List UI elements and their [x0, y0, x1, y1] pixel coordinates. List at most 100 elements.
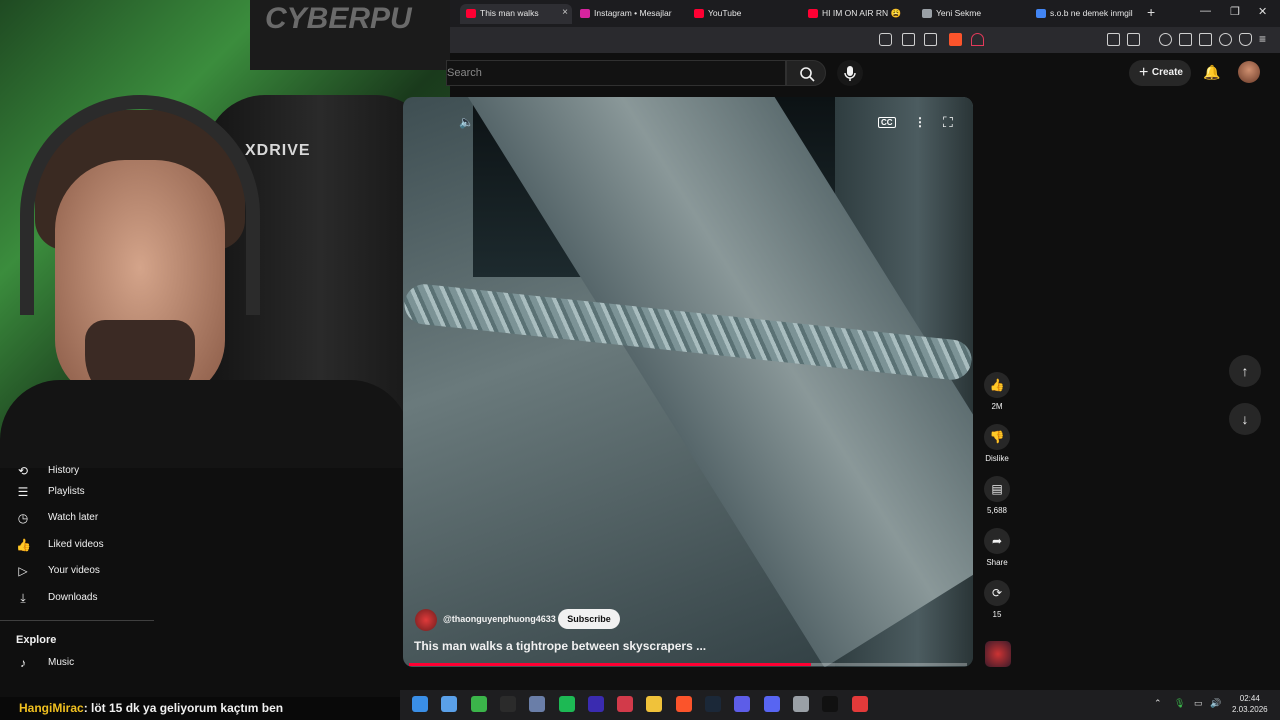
network-icon[interactable]: ▭	[1194, 698, 1203, 709]
previous-short-button[interactable]: ↑	[1229, 355, 1261, 387]
system-clock[interactable]: 02:44 2.03.2026	[1232, 693, 1268, 715]
search-input[interactable]: Search	[446, 60, 786, 86]
sidebar-item-label: Your videos	[48, 565, 100, 576]
share-label: Share	[986, 558, 1008, 567]
dislike-button[interactable]: 👎 Dislike	[984, 424, 1010, 463]
sidebar-item-label: Playlists	[48, 486, 85, 497]
playlists-icon: ☰	[17, 485, 29, 499]
translate-icon[interactable]	[879, 33, 892, 46]
calculator-icon[interactable]	[529, 696, 546, 712]
tab-label: YouTube	[708, 8, 742, 18]
wallet-icon[interactable]	[1127, 33, 1140, 46]
minimize-button[interactable]: —	[1200, 5, 1211, 17]
explore-heading: Explore	[16, 634, 57, 646]
tray-chevron-icon[interactable]: ⌃	[1154, 698, 1162, 709]
chrome-icon[interactable]	[792, 696, 809, 712]
brave-icon[interactable]	[675, 696, 692, 712]
tab-favicon-icon	[1036, 9, 1046, 18]
subscribe-button[interactable]: Subscribe	[558, 609, 620, 629]
chat-username: HangiMirac	[19, 701, 84, 715]
sidebar-item-liked-videos[interactable]: 👍 Liked videos	[0, 532, 154, 558]
app-icon-1[interactable]	[441, 696, 458, 712]
screen-icon[interactable]	[902, 33, 915, 46]
sidebar-item-playlists[interactable]: ☰ Playlists	[0, 479, 154, 505]
browser-tab[interactable]: Instagram • Mesajlar	[574, 4, 686, 24]
streamer-body	[0, 380, 410, 468]
channel-avatar[interactable]	[415, 609, 437, 631]
sidebar-item-your-videos[interactable]: ▷ Your videos	[0, 558, 154, 584]
sidebar-item-label: Watch later	[48, 512, 99, 523]
brave-rewards-icon[interactable]	[971, 33, 984, 46]
leo-ai-icon[interactable]	[1219, 33, 1232, 46]
fullscreen-icon[interactable]: ⛶	[943, 114, 953, 131]
avatar[interactable]	[1238, 61, 1260, 83]
adobe-icon[interactable]	[851, 696, 868, 712]
clock-date: 2.03.2026	[1232, 705, 1268, 714]
close-tab-icon[interactable]: ×	[562, 4, 568, 22]
youtube-header: Search + Create 🔔	[446, 53, 1280, 95]
volume-icon[interactable]: 🔈	[459, 115, 474, 129]
comments-button[interactable]: ▤ 5,688	[984, 476, 1010, 515]
sidebar-item-music[interactable]: ♪ Music	[0, 650, 154, 676]
bell-icon[interactable]: 🔔	[1203, 64, 1220, 81]
history-icon: ⟲	[17, 464, 29, 478]
capcut-icon[interactable]	[822, 696, 839, 712]
channel-handle[interactable]: @thaonguyenphuong4633	[443, 614, 556, 624]
premiere-icon[interactable]	[587, 696, 604, 712]
browser-tab-bar: This man walks × Instagram • Mesajlar YouTu…	[450, 0, 1280, 27]
steam-icon[interactable]	[705, 696, 721, 712]
brave-shields-icon[interactable]	[949, 33, 962, 46]
tab-label: This man walks	[480, 8, 539, 18]
sidebar-item-watch-later[interactable]: ◷ Watch later	[0, 505, 154, 531]
media-icon[interactable]	[1159, 33, 1172, 46]
dislike-label: Dislike	[985, 454, 1009, 463]
thumbs-down-icon: 👎	[984, 424, 1010, 450]
chair-brand: XDRIVE	[245, 142, 311, 159]
mic-tray-icon[interactable]: 🎙	[1174, 698, 1185, 709]
extensions-icon[interactable]	[1107, 33, 1120, 46]
downloads-icon: ⤓	[20, 591, 26, 605]
share-page-icon[interactable]	[924, 33, 937, 46]
app-icon-ring[interactable]	[734, 696, 751, 712]
browser-tab[interactable]: This man walks ×	[460, 4, 572, 24]
tab-favicon-icon	[694, 9, 704, 18]
sound-thumbnail[interactable]	[985, 641, 1011, 667]
browser-tab[interactable]: YouTube	[688, 4, 800, 24]
next-short-button[interactable]: ↓	[1229, 403, 1261, 435]
menu-icon[interactable]: ≡	[1259, 33, 1272, 46]
video-progress-bar[interactable]	[409, 663, 967, 666]
bookmarks-icon[interactable]	[1199, 33, 1212, 46]
tab-favicon-icon	[466, 9, 476, 18]
file-explorer-icon[interactable]	[646, 696, 663, 712]
spotify-icon[interactable]	[558, 696, 575, 712]
sidebar-item-label: Downloads	[48, 592, 98, 603]
music-icon: ♪	[20, 656, 26, 670]
speaker-icon[interactable]: 🔊	[1210, 698, 1221, 709]
tab-label: HI IM ON AIR RN 😩	[822, 8, 902, 18]
windows-start-icon[interactable]	[412, 696, 428, 712]
vpn-shield-icon[interactable]	[1239, 33, 1252, 46]
create-label: Create	[1151, 67, 1183, 78]
create-button[interactable]: + Create	[1129, 60, 1191, 86]
sidebar-toggle-icon[interactable]	[1179, 33, 1192, 46]
more-options-icon[interactable]: ⋮	[914, 115, 926, 129]
video-title[interactable]: This man walks a tightrope between skysc…	[414, 639, 706, 653]
xbox-icon[interactable]	[470, 696, 487, 712]
shorts-video-player[interactable]: 🔈 CC ⋮ ⛶ @thaonguyenphuong4633 Subscribe…	[403, 97, 973, 667]
browser-tab[interactable]: s.o.b ne demek inmgil	[1030, 4, 1142, 24]
epic-icon[interactable]	[499, 696, 516, 712]
maximize-button[interactable]: ❐	[1230, 5, 1240, 18]
app-icon-red[interactable]	[617, 696, 634, 712]
discord-icon[interactable]	[763, 696, 780, 712]
new-tab-button[interactable]: +	[1147, 4, 1155, 20]
share-button[interactable]: ➦ Share	[984, 528, 1010, 567]
remix-button[interactable]: ⟳ 15	[984, 580, 1010, 619]
voice-search-button[interactable]	[837, 60, 863, 86]
sidebar-item-downloads[interactable]: ⤓ Downloads	[0, 585, 154, 611]
captions-icon[interactable]: CC	[878, 117, 896, 128]
browser-tab[interactable]: HI IM ON AIR RN 😩	[802, 4, 914, 24]
browser-tab[interactable]: Yeni Sekme	[916, 4, 1028, 24]
like-button[interactable]: 👍 2M	[984, 372, 1010, 411]
search-button[interactable]	[786, 60, 826, 86]
close-window-button[interactable]: ✕	[1258, 5, 1267, 18]
